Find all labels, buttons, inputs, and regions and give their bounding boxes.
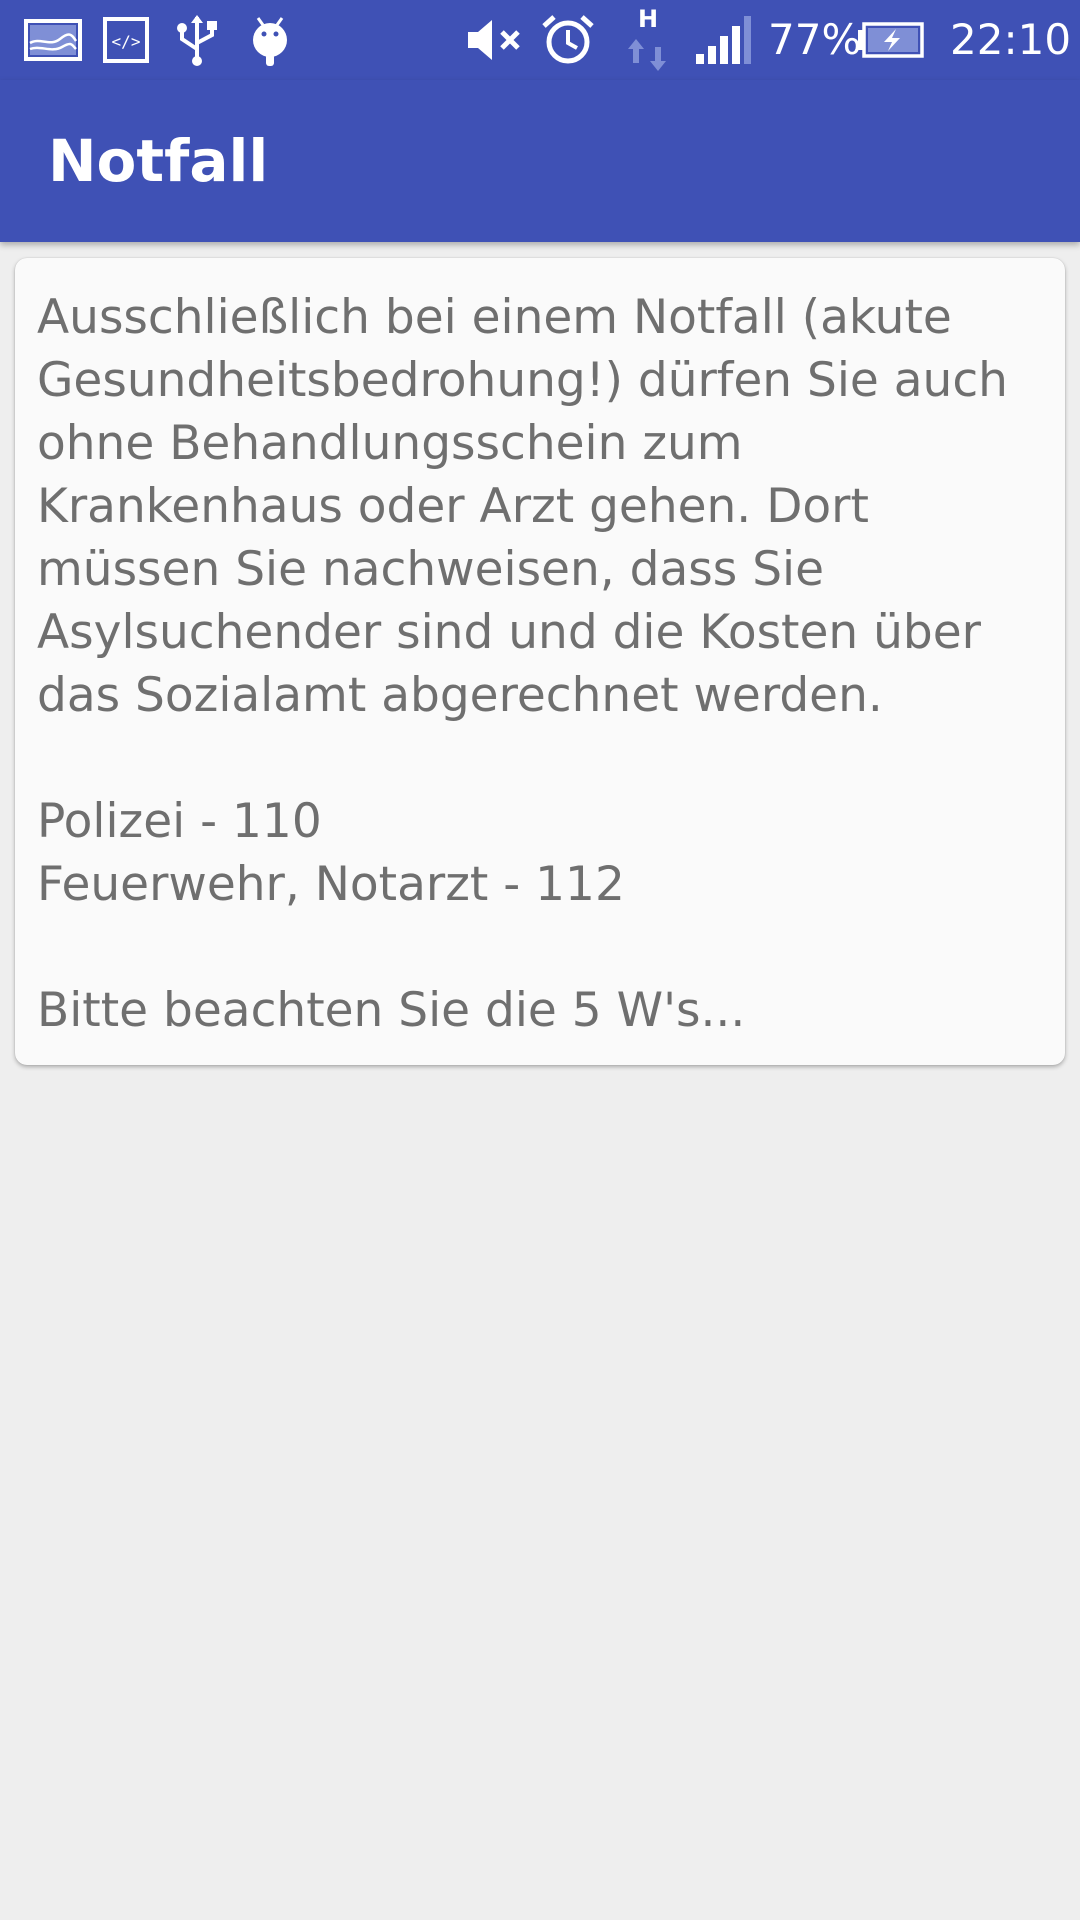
alarm-icon [540,8,596,72]
battery-percent: 77% [768,15,862,64]
battery-charging-icon [856,8,926,72]
app-bar: Notfall [0,80,1080,242]
fire-ambulance-number: Feuerwehr, Notarzt - 112 [37,857,625,912]
usb-icon [174,8,220,72]
page-title: Notfall [48,127,269,195]
gallery-icon [24,8,82,72]
code-icon: </> [102,8,150,72]
data-transfer-icon: H [620,4,676,76]
network-type-label: H [638,5,658,33]
svg-text:</>: </> [112,32,141,51]
status-bar: </> H 77% 22:10 [0,0,1080,80]
android-debug-icon [246,8,294,72]
mute-icon [464,8,526,72]
five-ws-note: Bitte beachten Sie die 5 W's... [37,983,746,1038]
emergency-info-card: Ausschließlich bei einem Notfall (akute … [15,258,1065,1065]
emergency-intro-text: Ausschließlich bei einem Notfall (akute … [37,290,1008,723]
signal-icon [694,8,752,72]
status-time: 22:10 [950,15,1072,64]
police-number: Polizei - 110 [37,794,322,849]
